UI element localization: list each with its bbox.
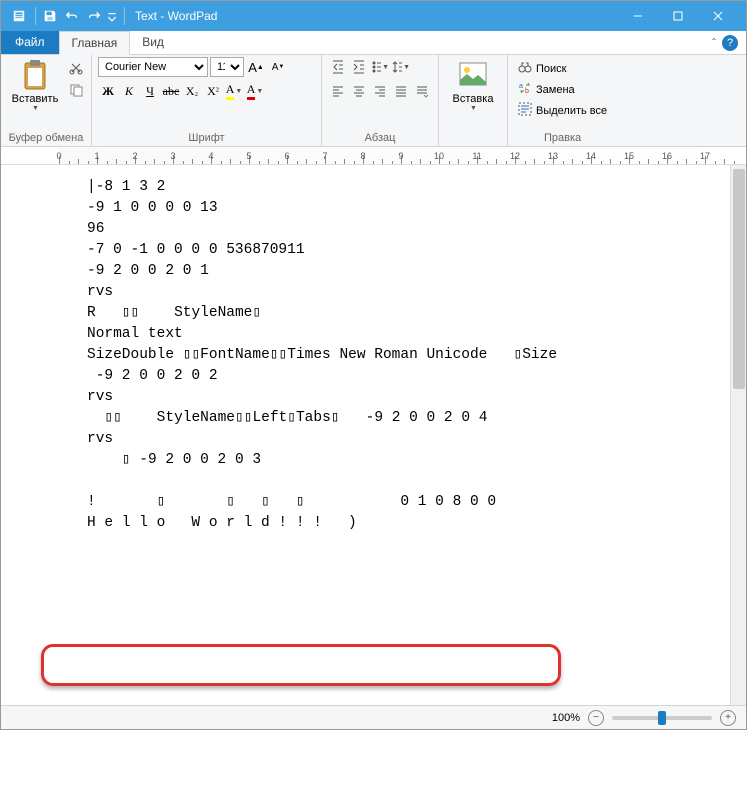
insert-button[interactable]: Вставка ▼ <box>445 57 501 114</box>
copy-icon[interactable] <box>67 81 85 99</box>
line-spacing-icon[interactable]: ▼ <box>391 57 411 77</box>
document-area[interactable]: |-8 1 3 2 -9 1 0 0 0 0 13 96 -7 0 -1 0 0… <box>1 165 746 705</box>
highlight-color-button[interactable]: A▼ <box>224 81 244 101</box>
separator <box>124 7 125 25</box>
group-font: Courier New 11 A▲ A▼ Ж К Ч abc X₂ X² A▼ … <box>92 55 322 146</box>
group-label: Абзац <box>328 130 432 146</box>
zoom-label: 100% <box>552 712 580 724</box>
align-left-icon[interactable] <box>328 81 348 101</box>
window-title: Text - WordPad <box>135 9 217 23</box>
ribbon: Вставить ▼ Буфер обмена Courier New 11 A… <box>1 55 746 147</box>
svg-text:a: a <box>519 83 523 90</box>
collapse-ribbon-icon[interactable]: ˆ <box>712 36 716 50</box>
find-button[interactable]: Поиск <box>514 59 611 78</box>
grow-font-icon[interactable]: A▲ <box>246 57 266 77</box>
zoom-slider-thumb[interactable] <box>658 711 666 725</box>
group-paragraph: ▼ ▼ Абзац <box>322 55 439 146</box>
zoom-out-button[interactable]: − <box>588 710 604 726</box>
shrink-font-icon[interactable]: A▼ <box>268 57 288 77</box>
replace-icon: ab <box>518 81 532 98</box>
strikethrough-button[interactable]: abc <box>161 81 181 101</box>
separator <box>35 7 36 25</box>
tab-view[interactable]: Вид <box>130 31 177 54</box>
minimize-button[interactable] <box>618 1 658 31</box>
bold-button[interactable]: Ж <box>98 81 118 101</box>
paste-button[interactable]: Вставить ▼ <box>7 57 63 114</box>
chevron-down-icon: ▼ <box>470 105 477 112</box>
group-editing: Поиск ab Замена Выделить все Правка <box>508 55 617 146</box>
maximize-button[interactable] <box>658 1 698 31</box>
group-label: Правка <box>514 130 611 146</box>
replace-button[interactable]: ab Замена <box>514 80 611 99</box>
decrease-indent-icon[interactable] <box>328 57 348 77</box>
underline-button[interactable]: Ч <box>140 81 160 101</box>
select-all-button[interactable]: Выделить все <box>514 101 611 120</box>
clipboard-icon <box>19 59 51 91</box>
help-icon[interactable]: ? <box>722 35 738 51</box>
superscript-button[interactable]: X² <box>203 81 223 101</box>
increase-indent-icon[interactable] <box>349 57 369 77</box>
tab-home[interactable]: Главная <box>59 31 131 55</box>
select-all-icon <box>518 102 532 119</box>
svg-text:b: b <box>525 88 529 95</box>
redo-icon[interactable] <box>84 6 104 26</box>
statusbar: 100% − + <box>1 705 746 729</box>
align-right-icon[interactable] <box>370 81 390 101</box>
binoculars-icon <box>518 60 532 77</box>
group-clipboard: Вставить ▼ Буфер обмена <box>1 55 92 146</box>
wordpad-window: Text - WordPad Файл Главная Вид ˆ ? Вста… <box>0 0 747 730</box>
tab-file[interactable]: Файл <box>1 31 59 54</box>
save-icon[interactable] <box>40 6 60 26</box>
titlebar: Text - WordPad <box>1 1 746 31</box>
document-text[interactable]: |-8 1 3 2 -9 1 0 0 0 0 13 96 -7 0 -1 0 0… <box>1 165 746 546</box>
align-center-icon[interactable] <box>349 81 369 101</box>
paragraph-settings-icon[interactable] <box>412 81 432 101</box>
zoom-slider[interactable] <box>612 716 712 720</box>
app-icon <box>9 6 29 26</box>
scrollbar-thumb[interactable] <box>733 169 745 389</box>
undo-icon[interactable] <box>62 6 82 26</box>
group-label: Буфер обмена <box>7 130 85 146</box>
cut-icon[interactable] <box>67 59 85 77</box>
picture-icon <box>457 59 489 91</box>
font-name-select[interactable]: Courier New <box>98 57 208 77</box>
group-label <box>445 130 501 146</box>
vertical-scrollbar[interactable] <box>730 165 746 705</box>
zoom-in-button[interactable]: + <box>720 710 736 726</box>
justify-icon[interactable] <box>391 81 411 101</box>
window-controls <box>618 1 738 31</box>
bullets-icon[interactable]: ▼ <box>370 57 390 77</box>
close-button[interactable] <box>698 1 738 31</box>
annotation-highlight <box>41 644 561 686</box>
italic-button[interactable]: К <box>119 81 139 101</box>
chevron-down-icon: ▼ <box>32 105 39 112</box>
font-color-button[interactable]: A▼ <box>245 81 265 101</box>
group-insert: Вставка ▼ <box>439 55 508 146</box>
qa-dropdown-icon[interactable] <box>106 6 118 26</box>
group-label: Шрифт <box>98 130 315 146</box>
ribbon-tabs: Файл Главная Вид ˆ ? <box>1 31 746 55</box>
ruler[interactable]: 01234567891011121314151617 <box>1 147 746 165</box>
subscript-button[interactable]: X₂ <box>182 81 202 101</box>
font-size-select[interactable]: 11 <box>210 57 244 77</box>
